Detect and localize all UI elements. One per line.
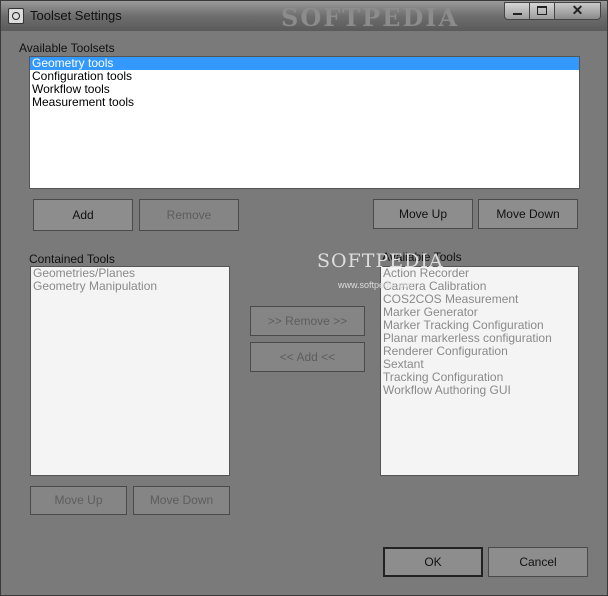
softpedia-watermark: SOFTPEDIA	[317, 250, 444, 272]
minimize-button[interactable]	[504, 2, 530, 20]
contained-tools-label: Contained Tools	[29, 252, 115, 266]
toolset-move-up-button[interactable]: Move Up	[373, 199, 473, 229]
toolset-settings-window: Toolset Settings SOFTPEDIA ✕ Available T…	[0, 0, 608, 596]
close-icon: ✕	[571, 2, 584, 18]
remove-toolset-button[interactable]: Remove	[139, 199, 239, 231]
add-toolset-button[interactable]: Add	[33, 199, 133, 231]
maximize-button[interactable]	[529, 2, 555, 20]
transfer-remove-button[interactable]: >> Remove >>	[250, 306, 365, 336]
app-icon[interactable]	[8, 8, 24, 24]
contained-move-down-button[interactable]: Move Down	[133, 486, 230, 515]
ok-button[interactable]: OK	[383, 547, 483, 577]
title-watermark: SOFTPEDIA	[281, 3, 460, 32]
contained-tools-list[interactable]: Geometries/Planes Geometry Manipulation	[30, 266, 230, 476]
toolset-item[interactable]: Measurement tools	[30, 96, 579, 109]
available-toolsets-label: Available Toolsets	[19, 41, 115, 55]
available-tool-item[interactable]: Workflow Authoring GUI	[381, 384, 578, 397]
window-title: Toolset Settings	[30, 8, 122, 23]
toolset-item[interactable]: Configuration tools	[30, 70, 579, 83]
available-toolsets-list[interactable]: Geometry tools Configuration tools Workf…	[29, 56, 580, 189]
available-tools-list[interactable]: Action Recorder Camera Calibration COS2C…	[380, 266, 579, 476]
close-button[interactable]: ✕	[554, 2, 601, 20]
minimize-icon	[513, 13, 522, 15]
maximize-icon	[537, 6, 547, 15]
softpedia-watermark-url: www.softpedia.com	[338, 280, 416, 290]
contained-move-up-button[interactable]: Move Up	[30, 486, 127, 515]
title-bar[interactable]: Toolset Settings SOFTPEDIA ✕	[1, 1, 607, 32]
contained-tool-item[interactable]: Geometry Manipulation	[31, 280, 229, 293]
toolset-move-down-button[interactable]: Move Down	[478, 199, 578, 229]
transfer-add-button[interactable]: << Add <<	[250, 342, 365, 372]
cancel-button[interactable]: Cancel	[488, 547, 588, 577]
